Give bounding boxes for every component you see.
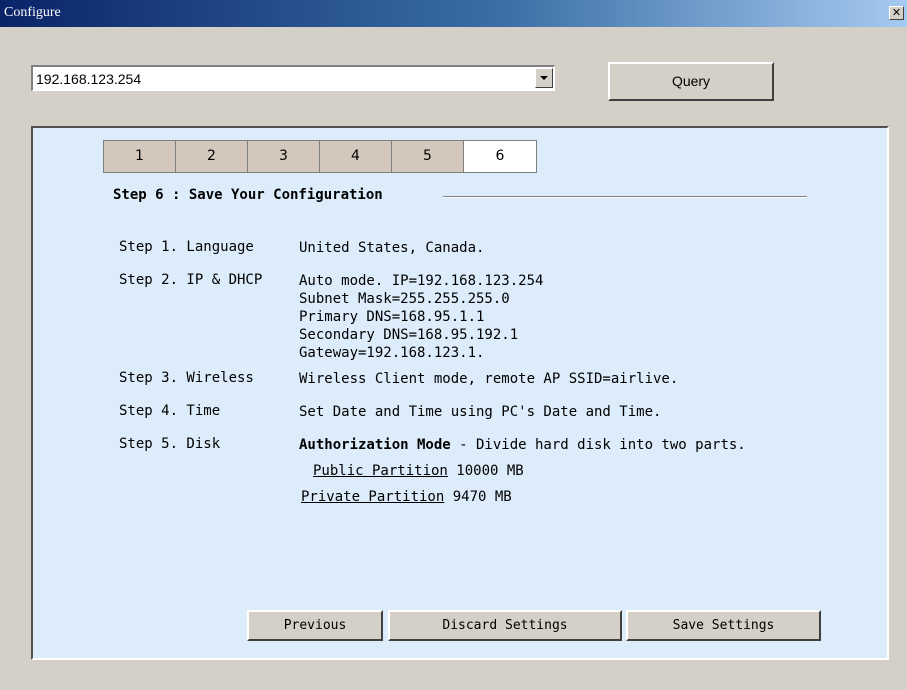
private-partition-line: Private Partition 9470 MB xyxy=(301,488,512,506)
heading-divider xyxy=(443,196,807,198)
tab-step-3[interactable]: 3 xyxy=(248,141,320,172)
discard-settings-button[interactable]: Discard Settings xyxy=(388,610,622,641)
tab-step-1[interactable]: 1 xyxy=(104,141,176,172)
step-tabs: 1 2 3 4 5 6 xyxy=(103,140,537,173)
window-title: Configure xyxy=(4,5,61,20)
summary-ip-line: Primary DNS=168.95.1.1 xyxy=(299,309,485,325)
summary-ip-line: Secondary DNS=168.95.192.1 xyxy=(299,327,519,343)
tab-step-2[interactable]: 2 xyxy=(176,141,248,172)
disk-mode: Authorization Mode xyxy=(299,437,451,453)
summary-ip-line: Subnet Mask=255.255.255.0 xyxy=(299,291,510,307)
title-bar: Configure ✕ xyxy=(0,0,907,27)
previous-button[interactable]: Previous xyxy=(247,610,383,641)
chevron-down-icon[interactable] xyxy=(535,68,553,88)
private-partition-size: 9470 MB xyxy=(444,489,512,505)
device-ip-select[interactable]: 192.168.123.254 xyxy=(31,65,555,91)
device-ip-value: 192.168.123.254 xyxy=(36,71,142,87)
summary-wireless-label: Step 3. Wireless xyxy=(119,370,254,386)
disk-mode-description: - Divide hard disk into two parts. xyxy=(450,437,746,453)
close-icon[interactable]: ✕ xyxy=(889,6,904,20)
summary-disk-mode-line: Authorization Mode - Divide hard disk in… xyxy=(299,436,746,454)
public-partition-link[interactable]: Public Partition xyxy=(313,463,448,479)
private-partition-link[interactable]: Private Partition xyxy=(301,489,444,505)
summary-time-value: Set Date and Time using PC's Date and Ti… xyxy=(299,404,662,420)
save-settings-button[interactable]: Save Settings xyxy=(626,610,821,641)
public-partition-line: Public Partition 10000 MB xyxy=(313,462,524,480)
public-partition-size: 10000 MB xyxy=(447,463,524,479)
summary-language-label: Step 1. Language xyxy=(119,239,254,255)
summary-ip-value: Auto mode. IP=192.168.123.254 Subnet Mas… xyxy=(299,272,543,362)
summary-language-value: United States, Canada. xyxy=(299,240,485,256)
summary-ip-line: Gateway=192.168.123.1. xyxy=(299,345,485,361)
tab-step-6[interactable]: 6 xyxy=(464,141,536,172)
summary-disk-label: Step 5. Disk xyxy=(119,436,221,452)
tab-step-4[interactable]: 4 xyxy=(320,141,392,172)
step-heading: Step 6 : Save Your Configuration xyxy=(113,187,383,203)
summary-ip-line: Auto mode. IP=192.168.123.254 xyxy=(299,273,544,289)
summary-wireless-value: Wireless Client mode, remote AP SSID=air… xyxy=(299,371,679,387)
summary-time-label: Step 4. Time xyxy=(119,403,221,419)
query-button[interactable]: Query xyxy=(608,62,774,101)
tab-step-5[interactable]: 5 xyxy=(392,141,464,172)
summary-ip-label: Step 2. IP & DHCP xyxy=(119,272,263,288)
wizard-panel: 1 2 3 4 5 6 Step 6 : Save Your Configura… xyxy=(31,126,889,660)
